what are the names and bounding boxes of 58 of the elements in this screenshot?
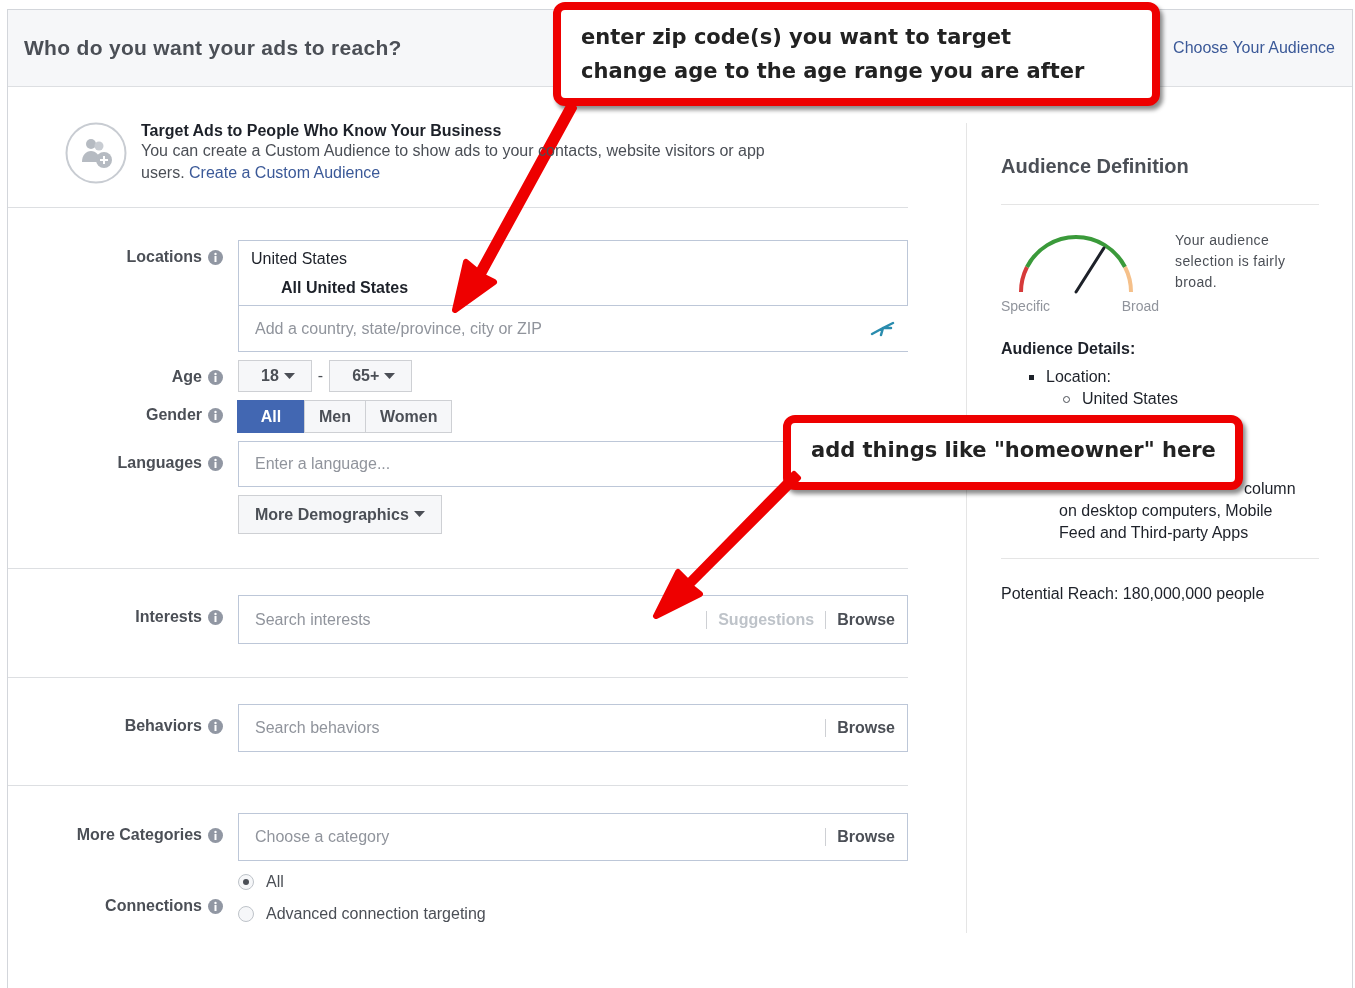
browse-button[interactable]: Browse [825, 828, 895, 846]
age-to-select[interactable]: 65+ [329, 360, 413, 392]
interests-field[interactable]: Search interests Suggestions Browse [238, 595, 908, 644]
audience-summary: Your audience selection is fairly broad. [1175, 231, 1287, 292]
field-label: Interests [135, 608, 202, 626]
gender-option[interactable]: Men [304, 400, 366, 433]
gauge-label: Specific [1001, 298, 1051, 314]
page-title: Who do you want your ads to reach? [24, 36, 402, 60]
radio-button[interactable] [238, 906, 254, 922]
annotation-tooltip: enter zip code(s) you want to target change age to the age range you are after [553, 2, 1160, 106]
category-field[interactable]: Choose a category Browse [238, 813, 908, 861]
audience-definition-title: Audience Definition [1001, 155, 1319, 205]
gender-option[interactable]: Women [365, 400, 453, 433]
field-label: Languages [117, 454, 202, 472]
info-icon[interactable] [208, 455, 223, 471]
field-label: Gender [146, 406, 202, 424]
connection-radio[interactable]: All [238, 873, 486, 891]
category-input[interactable]: Choose a category [253, 827, 826, 847]
locations-field[interactable]: United States All United States Add a country, state/province, city or ZIP [238, 240, 908, 352]
field-label: Behaviors [124, 717, 202, 735]
location-input[interactable]: Add a country, state/province, city or ZIP [253, 318, 869, 339]
caret-icon [283, 372, 295, 380]
age-separator: - [317, 367, 324, 385]
info-icon[interactable] [208, 898, 223, 914]
more-demographics-button[interactable]: More Demographics [238, 495, 442, 534]
detail-value: United States [1082, 389, 1179, 409]
potential-reach: Potential Reach: 180,000,000 people [1001, 558, 1319, 603]
interests-input[interactable]: Search interests [253, 609, 707, 630]
age-from-select[interactable]: 18 [238, 360, 312, 392]
caret-icon [413, 511, 425, 518]
gender-option[interactable]: All [237, 400, 305, 433]
browse-button[interactable]: Browse [825, 610, 895, 629]
info-icon[interactable] [208, 249, 223, 265]
radio-button[interactable] [238, 874, 254, 890]
details-title: Audience Details: [1001, 340, 1137, 358]
field-label: Connections [105, 897, 202, 915]
info-icon[interactable] [208, 718, 223, 734]
field-label: Age [171, 368, 202, 386]
field-label: More Categories [76, 826, 202, 844]
location-country: United States [250, 249, 349, 268]
info-icon[interactable] [208, 369, 223, 385]
connection-radio[interactable]: Advanced connection targeting [238, 905, 486, 923]
behaviors-field[interactable]: Search behaviors Browse [238, 704, 908, 752]
info-icon[interactable] [208, 407, 223, 423]
create-audience-link[interactable]: Create a Custom Audience [189, 164, 381, 181]
browse-button[interactable]: Browse [825, 719, 895, 737]
info-icon[interactable] [208, 827, 223, 843]
add-people-icon [65, 122, 127, 184]
custom-audience-title: Target Ads to People Who Know Your Business [141, 122, 503, 140]
info-icon[interactable] [208, 609, 223, 625]
bullet-icon [1029, 374, 1034, 380]
caret-icon [384, 372, 396, 380]
detail-label: Location: [1046, 367, 1111, 387]
annotation-tooltip: add things like "homeowner" here [783, 415, 1243, 490]
choose-audience-link[interactable]: Choose Your Audience [1173, 39, 1335, 57]
behaviors-input[interactable]: Search behaviors [253, 718, 826, 738]
gauge-label: Broad [1121, 298, 1159, 314]
field-label: Locations [126, 248, 202, 266]
